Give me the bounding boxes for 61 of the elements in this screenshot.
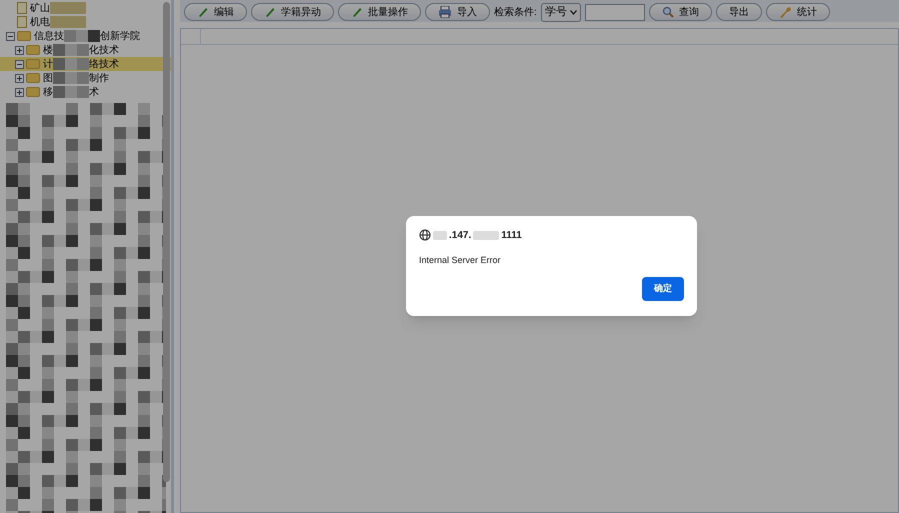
toolbar-button[interactable]: 导入 <box>425 3 490 21</box>
blurred-text-block <box>473 230 500 240</box>
mosaic-drawing <box>53 72 89 84</box>
folder-icon <box>17 31 31 41</box>
mosaic-drawing <box>53 58 89 70</box>
key-icon <box>778 6 792 18</box>
expand-icon[interactable] <box>15 88 24 96</box>
tree-label: 化技术 <box>89 44 119 58</box>
pencil-icon <box>197 6 209 18</box>
tree-label: 机电 <box>30 16 50 30</box>
tree-item[interactable]: 移 术 <box>0 85 171 99</box>
error-message: Internal Server Error <box>419 254 502 267</box>
folder-icon <box>26 45 40 55</box>
tree-label: 制作 <box>89 72 109 86</box>
tree-label: 矿山 <box>30 2 50 16</box>
mosaic-drawing <box>64 30 100 42</box>
folder-icon <box>26 73 40 83</box>
mosaic-drawing <box>50 2 86 14</box>
collapse-icon[interactable] <box>15 60 24 68</box>
globe-icon <box>419 229 431 241</box>
collapse-icon[interactable] <box>6 32 15 40</box>
tree-item[interactable]: 图 制作 <box>0 71 171 85</box>
scrollbar-thumb[interactable] <box>163 2 170 482</box>
file-icon <box>17 16 27 28</box>
ok-button[interactable]: 确定 <box>642 276 684 300</box>
printer-icon <box>438 6 452 18</box>
tree-label: 术 <box>89 86 99 100</box>
tree-label: 创新学院 <box>100 30 140 44</box>
search-label: 检索条件: <box>494 6 537 20</box>
folder-icon <box>26 87 40 97</box>
folder-icon <box>26 59 40 69</box>
tree-label: 移 <box>43 86 53 100</box>
tree-item[interactable]: 楼 化技术 <box>0 43 171 57</box>
tree-item[interactable]: 信息技 创新学院 <box>0 29 171 43</box>
blurred-text-block <box>433 230 447 240</box>
search-input-field[interactable] <box>584 4 645 20</box>
host-address-text: 1111 <box>501 228 522 242</box>
host-address-text: .147. <box>449 228 472 242</box>
tree-label: 计 <box>43 58 53 72</box>
toolbar-button[interactable]: 学籍异动 <box>251 3 334 21</box>
toolbar-button[interactable]: 批量操作 <box>338 3 421 21</box>
toolbar-button[interactable]: 导出 <box>716 3 762 21</box>
expand-icon[interactable] <box>15 46 24 54</box>
file-icon <box>17 2 27 14</box>
pencil-icon <box>264 6 276 18</box>
mosaic-drawing <box>53 44 89 56</box>
caret-icon <box>570 10 577 14</box>
toolbar-button[interactable]: 统计 <box>766 3 830 21</box>
tree-label: 信息技 <box>34 30 64 44</box>
tree-label: 络技术 <box>89 58 119 72</box>
tree-label: 楼 <box>43 44 53 58</box>
pencil-icon <box>351 6 363 18</box>
toolbar-button[interactable]: 查询 <box>648 3 712 21</box>
mosaic-drawing <box>53 86 89 98</box>
tree-item[interactable]: 计 络技术 <box>0 57 171 71</box>
tree-label: 图 <box>43 72 53 86</box>
expand-icon[interactable] <box>15 74 24 82</box>
mosaic-drawing <box>50 16 86 28</box>
search-criteria-dropdown[interactable]: 学号 <box>540 2 581 22</box>
toolbar-button[interactable]: 编辑 <box>184 3 247 21</box>
search-icon <box>662 6 674 18</box>
